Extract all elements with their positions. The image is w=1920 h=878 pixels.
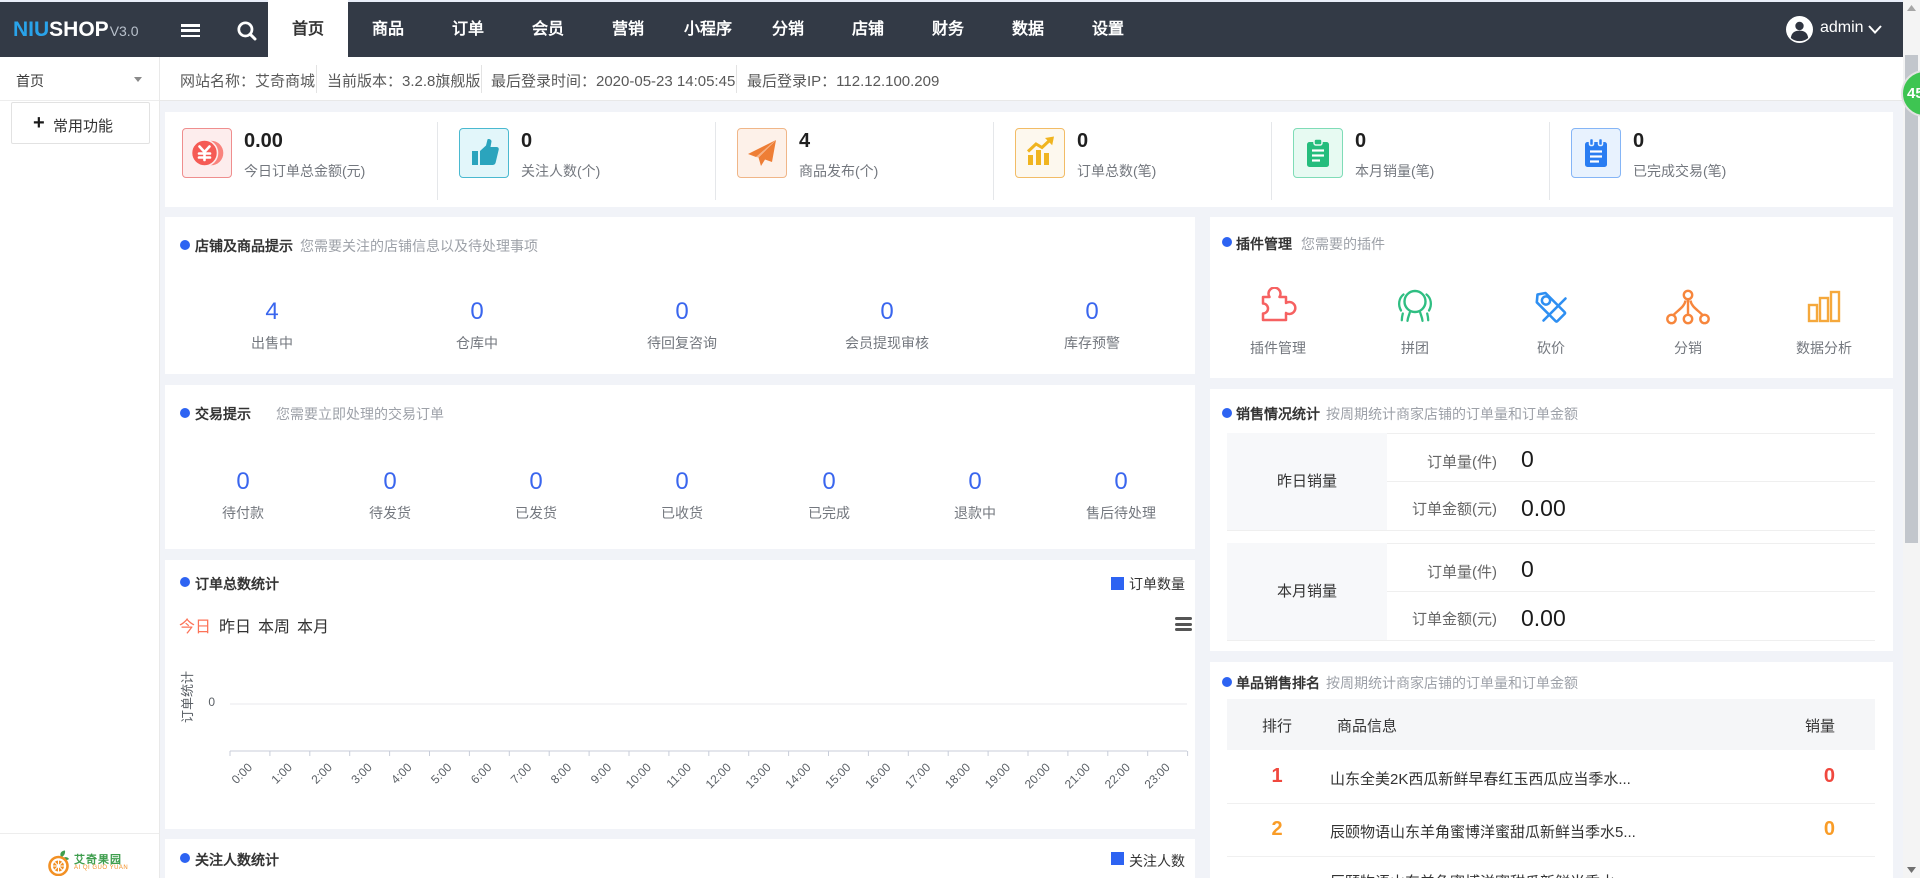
svg-text:订单统计: 订单统计 (180, 671, 195, 723)
svg-text:12:00: 12:00 (703, 760, 734, 791)
svg-text:3:00: 3:00 (348, 760, 375, 787)
svg-text:8:00: 8:00 (548, 760, 575, 787)
svg-text:7:00: 7:00 (508, 760, 535, 787)
svg-text:13:00: 13:00 (743, 760, 774, 791)
svg-text:10:00: 10:00 (623, 760, 654, 791)
svg-text:20:00: 20:00 (1022, 760, 1053, 791)
svg-text:0:00: 0:00 (229, 760, 256, 787)
svg-text:21:00: 21:00 (1062, 760, 1093, 791)
svg-text:14:00: 14:00 (782, 760, 813, 791)
svg-text:18:00: 18:00 (942, 760, 973, 791)
svg-text:2:00: 2:00 (309, 760, 336, 787)
svg-text:16:00: 16:00 (862, 760, 893, 791)
svg-text:9:00: 9:00 (588, 760, 615, 787)
svg-text:4:00: 4:00 (388, 760, 415, 787)
svg-text:15:00: 15:00 (822, 760, 853, 791)
svg-text:6:00: 6:00 (468, 760, 495, 787)
svg-text:11:00: 11:00 (663, 760, 694, 791)
svg-text:1:00: 1:00 (269, 760, 296, 787)
svg-text:23:00: 23:00 (1142, 760, 1173, 791)
svg-text:19:00: 19:00 (982, 760, 1013, 791)
svg-text:0: 0 (208, 695, 215, 709)
svg-text:17:00: 17:00 (902, 760, 933, 791)
svg-text:5:00: 5:00 (428, 760, 455, 787)
svg-text:22:00: 22:00 (1102, 760, 1133, 791)
